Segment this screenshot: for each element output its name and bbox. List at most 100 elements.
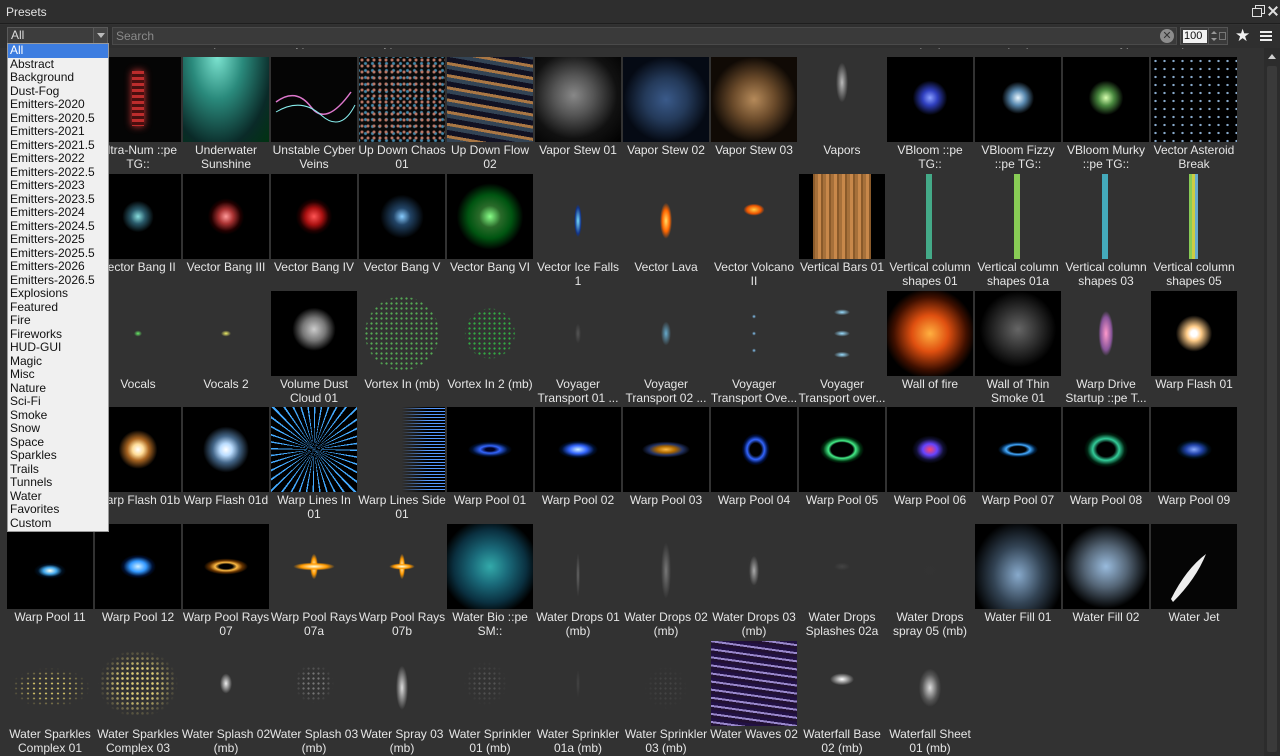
preset-tile[interactable]: VBloom Fizzy ::pe TG::: [975, 57, 1061, 174]
preset-tile[interactable]: Vertical Bars 01: [799, 174, 885, 291]
bars-preview[interactable]: [799, 174, 885, 259]
preset-tile[interactable]: Up Down Flow 02: [447, 57, 533, 174]
preset-tile[interactable]: Warp Pool Rays 07: [183, 524, 269, 641]
vapor-stew-preview[interactable]: [711, 57, 797, 142]
vbloom-preview[interactable]: [975, 57, 1061, 142]
category-option[interactable]: Water: [8, 489, 108, 504]
preset-tile[interactable]: Vapor Stew 01: [535, 57, 621, 174]
warp-pool-preview[interactable]: [447, 407, 533, 492]
warp-pool-preview[interactable]: [623, 407, 709, 492]
waves-preview[interactable]: [711, 641, 797, 726]
category-option[interactable]: Emitters-2022: [8, 151, 108, 166]
preset-tile[interactable]: Waterfall Sheet 01 (mb): [887, 641, 973, 756]
column-preview[interactable]: [887, 174, 973, 259]
category-option[interactable]: Emitters-2025: [8, 232, 108, 247]
waterfall-preview[interactable]: [887, 641, 973, 726]
dust-cloud-preview[interactable]: [271, 291, 357, 376]
vocals-preview[interactable]: [183, 291, 269, 376]
preset-tile[interactable]: Vertical column shapes 03: [1063, 174, 1149, 291]
preset-tile[interactable]: Wall of fire: [887, 291, 973, 408]
category-option[interactable]: Emitters-2024: [8, 205, 108, 220]
preset-tile[interactable]: Vapors: [799, 57, 885, 174]
category-option[interactable]: All: [8, 43, 108, 58]
column-preview[interactable]: [1063, 174, 1149, 259]
category-option[interactable]: Trails: [8, 462, 108, 477]
category-option[interactable]: Tunnels: [8, 475, 108, 490]
asteroid-preview[interactable]: [1151, 57, 1237, 142]
category-option[interactable]: Snow: [8, 421, 108, 436]
preset-tile[interactable]: Water Sparkles Complex 01: [7, 641, 93, 756]
category-option[interactable]: Background: [8, 70, 108, 85]
water-drops-preview[interactable]: [887, 524, 973, 609]
preset-tile[interactable]: Voyager Transport 02 ...: [623, 291, 709, 408]
preset-tile[interactable]: Warp Pool 06: [887, 407, 973, 524]
preset-tile[interactable]: Water Bio ::pe SM::: [447, 524, 533, 641]
reset-size-icon[interactable]: [1219, 32, 1226, 40]
preset-tile[interactable]: Vapor Stew 03: [711, 57, 797, 174]
category-option[interactable]: Emitters-2026: [8, 259, 108, 274]
preset-tile[interactable]: Volume Dust Cloud 01: [271, 291, 357, 408]
clear-search-icon[interactable]: ✕: [1160, 29, 1174, 43]
preset-tile[interactable]: Voyager Transport Ove...: [711, 291, 797, 408]
category-option[interactable]: Emitters-2026.5: [8, 273, 108, 288]
warp-pool-preview[interactable]: [887, 407, 973, 492]
category-option[interactable]: Emitters-2022.5: [8, 165, 108, 180]
hamburger-menu-icon[interactable]: [1260, 31, 1272, 41]
preset-tile[interactable]: Vapor Stew 02: [623, 57, 709, 174]
category-option[interactable]: Magic: [8, 354, 108, 369]
vector-bang-preview[interactable]: [183, 174, 269, 259]
underwater-sunshine-preview[interactable]: [183, 57, 269, 142]
thumbnail-size-stepper[interactable]: 100: [1180, 27, 1228, 45]
restore-icon[interactable]: [1250, 3, 1266, 19]
preset-tile[interactable]: Water Sparkles Complex 03: [95, 641, 181, 756]
vbloom-preview[interactable]: [887, 57, 973, 142]
warp-pool-preview[interactable]: [975, 407, 1061, 492]
preset-tile[interactable]: Vector Lava: [623, 174, 709, 291]
category-option[interactable]: Emitters-2020.5: [8, 111, 108, 126]
vertical-scrollbar[interactable]: [1264, 48, 1280, 756]
preset-tile[interactable]: Warp Lines Side 01: [358, 407, 446, 524]
warp-pool-preview[interactable]: [799, 407, 885, 492]
preset-tile[interactable]: Underwater Sunshine: [183, 57, 269, 174]
warp-rays-preview[interactable]: [271, 524, 357, 609]
preset-tile[interactable]: VBloom ::pe TG::: [887, 57, 973, 174]
sprinkler-preview[interactable]: [623, 641, 709, 726]
category-option[interactable]: Emitters-2023: [8, 178, 108, 193]
vortex-preview[interactable]: [447, 291, 533, 376]
warp-lines-preview[interactable]: [359, 407, 445, 492]
preset-tile[interactable]: Vector Volcano II: [711, 174, 797, 291]
preset-tile[interactable]: Vertical column shapes 01: [887, 174, 973, 291]
sprinkler-preview[interactable]: [447, 641, 533, 726]
preset-tile[interactable]: Vector Ice Falls 1: [535, 174, 621, 291]
stepper-arrows-icon[interactable]: [1208, 28, 1218, 44]
water-bio-preview[interactable]: [447, 524, 533, 609]
preset-tile[interactable]: Warp Pool 07: [975, 407, 1061, 524]
warp-flash-preview[interactable]: [183, 407, 269, 492]
preset-tile[interactable]: Wall of Thin Smoke 01: [975, 291, 1061, 408]
preset-tile[interactable]: Warp Pool 12: [95, 524, 181, 641]
preset-tile[interactable]: Water Splash 02 (mb): [182, 641, 270, 756]
preset-tile[interactable]: Water Spray 03 (mb): [359, 641, 445, 756]
voyager-preview[interactable]: [535, 291, 621, 376]
preset-tile[interactable]: Water Drops Splashes 02a (...: [799, 524, 885, 641]
preset-tile[interactable]: Warp Drive Startup ::pe T...: [1063, 291, 1149, 408]
sparkles-preview[interactable]: [95, 641, 181, 726]
preset-tile[interactable]: Voyager Transport over...: [799, 291, 885, 408]
warp-rays-preview[interactable]: [359, 524, 445, 609]
category-option[interactable]: Emitters-2025.5: [8, 246, 108, 261]
category-option[interactable]: HUD-GUI: [8, 340, 108, 355]
preset-tile[interactable]: Warp Pool 03: [623, 407, 709, 524]
preset-tile[interactable]: Water Splash 03 (mb): [270, 641, 358, 756]
preset-tile[interactable]: Warp Pool 05: [799, 407, 885, 524]
category-option[interactable]: Favorites: [8, 502, 108, 517]
voyager-preview[interactable]: [711, 291, 797, 376]
warp-flash-preview[interactable]: [1151, 291, 1237, 376]
cyber-veins-preview[interactable]: [271, 57, 357, 142]
smoke-preview[interactable]: [975, 291, 1061, 376]
voyager-preview[interactable]: [799, 291, 885, 376]
vapor-stew-preview[interactable]: [535, 57, 621, 142]
category-option[interactable]: Emitters-2023.5: [8, 192, 108, 207]
thumbnail-size-value[interactable]: 100: [1183, 30, 1207, 43]
category-option[interactable]: Sci-Fi: [8, 394, 108, 409]
vapors-preview[interactable]: [799, 57, 885, 142]
